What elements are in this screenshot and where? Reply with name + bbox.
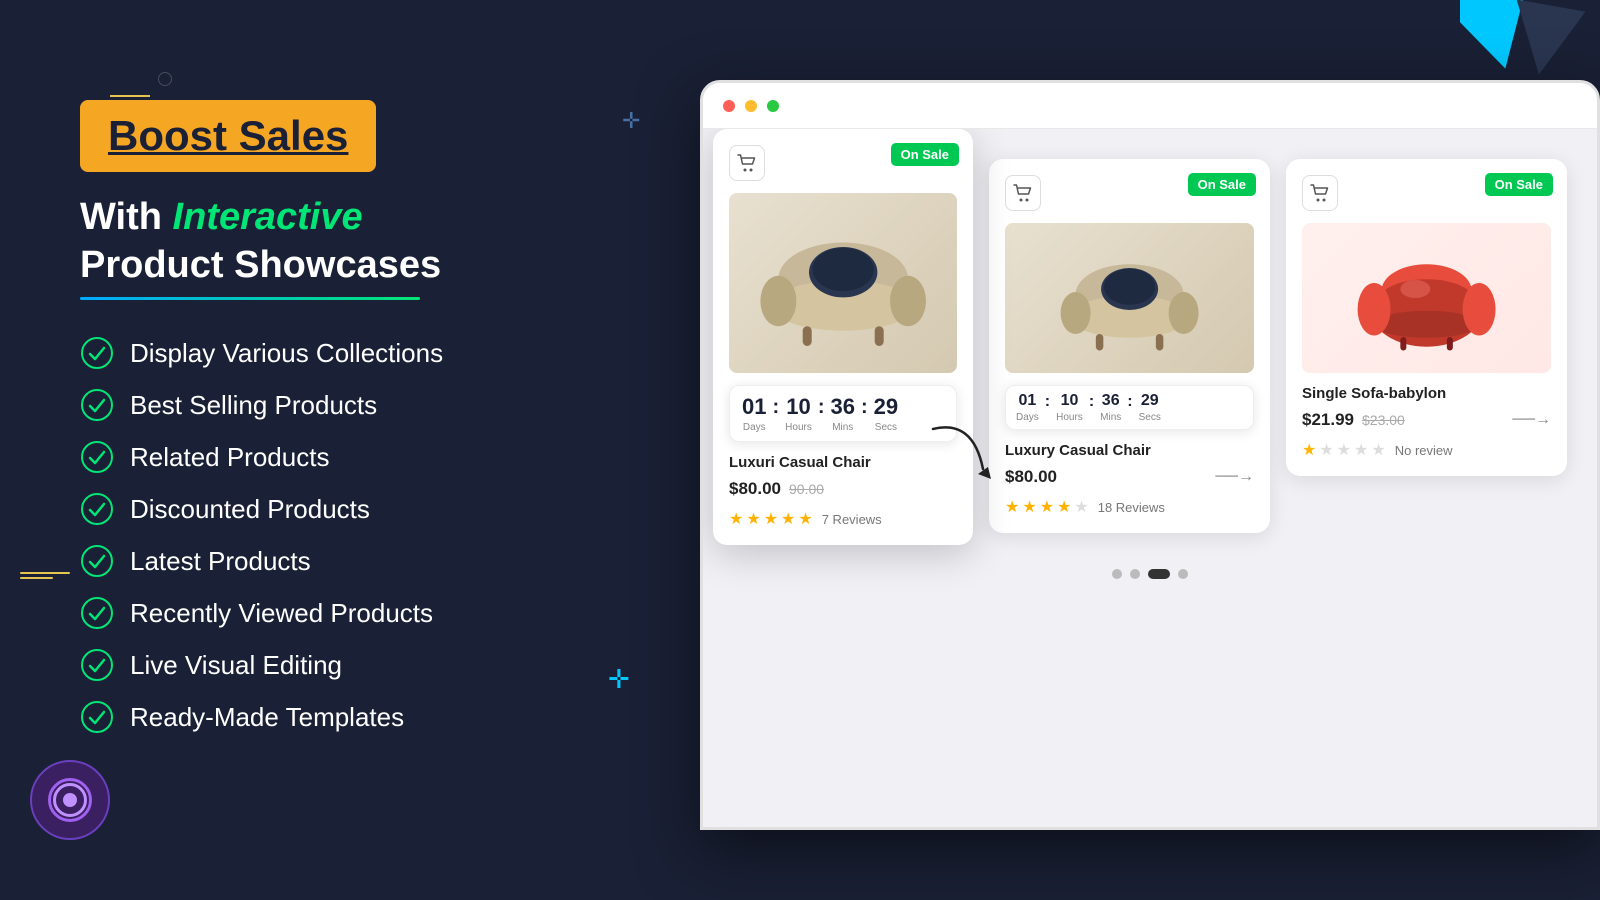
check-icon-6 [80,596,114,630]
feature-item-1: Display Various Collections [80,336,680,370]
feature-label-4: Discounted Products [130,494,370,525]
cart-icon-featured[interactable] [729,145,765,181]
price-old-right: $23.00 [1362,412,1405,428]
product-image-right [1302,223,1551,373]
star-3: ★ [764,509,778,529]
reviews-middle: 18 Reviews [1098,500,1165,515]
feature-label-6: Recently Viewed Products [130,598,433,629]
check-icon-8 [80,700,114,734]
bg-circle-decoration [158,72,172,86]
on-sale-badge-featured: On Sale [891,143,959,166]
logo [30,760,110,840]
boost-badge: Boost Sales [80,100,376,172]
dot-2[interactable] [1130,569,1140,579]
no-review-right: No review [1395,443,1453,458]
feature-item-4: Discounted Products [80,492,680,526]
feature-label-2: Best Selling Products [130,390,377,421]
check-icon-2 [80,388,114,422]
cart-icon-middle[interactable] [1005,175,1041,211]
browser-bar [703,83,1597,129]
headline-after: Product Showcases [80,244,441,286]
product-image-featured [729,193,957,373]
countdown-days-featured: 01 Days [742,394,766,433]
product-name-middle: Luxury Casual Chair [1005,442,1254,459]
star-4: ★ [781,509,795,529]
dot-4[interactable] [1178,569,1188,579]
check-icon-3 [80,440,114,474]
countdown-middle: 01 Days : 10 Hours : 36 Mins [1005,385,1254,430]
star-2: ★ [746,509,760,529]
curved-arrow [923,419,1003,494]
dot-3-active[interactable] [1148,569,1170,579]
middle-product-card: On Sale [989,159,1270,533]
price-arrow-right: ──→ [1512,411,1551,429]
cart-icon-right[interactable] [1302,175,1338,211]
feature-item-7: Live Visual Editing [80,648,680,682]
feature-label-3: Related Products [130,442,329,473]
star-5: ★ [798,509,812,529]
on-sale-badge-right: On Sale [1485,173,1553,196]
check-icon-5 [80,544,114,578]
feature-item-3: Related Products [80,440,680,474]
check-icon-7 [80,648,114,682]
right-product-card: On Sale [1286,159,1567,476]
stars-featured: ★ ★ ★ ★ ★ 7 Reviews [729,509,957,529]
browser-dot-yellow [745,100,757,112]
product-price-right: $21.99 $23.00 ──→ [1302,410,1551,430]
feature-item-2: Best Selling Products [80,388,680,422]
price-old-featured: 90.00 [789,481,824,497]
feature-label-7: Live Visual Editing [130,650,342,681]
countdown-hours-featured: 10 Hours [785,394,812,433]
browser-dot-green [767,100,779,112]
left-panel: Boost Sales With Interactive Product Sho… [80,100,680,734]
reviews-featured: 7 Reviews [822,512,882,527]
browser-content: On Sale [703,129,1597,827]
bg-lines-decoration [20,572,70,580]
check-icon-1 [80,336,114,370]
feature-item-8: Ready-Made Templates [80,700,680,734]
check-icon-4 [80,492,114,526]
price-main-middle: $80.00 [1005,467,1057,487]
headline-before: With [80,196,162,238]
countdown-secs-featured: 29 Secs [874,394,898,433]
bg-line-decoration [110,95,150,97]
star-1: ★ [729,509,743,529]
stars-middle: ★ ★ ★ ★ ★ 18 Reviews [1005,497,1254,517]
stars-right: ★ ★ ★ ★ ★ No review [1302,440,1551,460]
countdown-mins-featured: 36 Mins [831,394,855,433]
boost-badge-text: Boost Sales [108,112,348,159]
headline-underline [80,297,420,300]
feature-label-5: Latest Products [130,546,311,577]
dot-1[interactable] [1112,569,1122,579]
browser-dot-red [723,100,735,112]
browser-frame: On Sale [700,80,1600,830]
feature-label-8: Ready-Made Templates [130,702,404,733]
pagination-dots [723,569,1577,579]
right-panel: On Sale [700,80,1600,830]
product-image-middle [1005,223,1254,373]
feature-label-1: Display Various Collections [130,338,443,369]
logo-spiral [48,778,92,822]
price-main-right: $21.99 [1302,410,1354,430]
feature-list: Display Various Collections Best Selling… [80,336,680,734]
product-name-right: Single Sofa-babylon [1302,385,1551,402]
price-arrow-middle: ──→ [1215,468,1254,486]
feature-item-6: Recently Viewed Products [80,596,680,630]
headline: With Interactive Product Showcases [80,194,680,289]
feature-item-5: Latest Products [80,544,680,578]
headline-interactive: Interactive [173,196,363,238]
on-sale-badge-middle: On Sale [1188,173,1256,196]
price-main-featured: $80.00 [729,479,781,499]
product-price-middle: $80.00 ──→ [1005,467,1254,487]
